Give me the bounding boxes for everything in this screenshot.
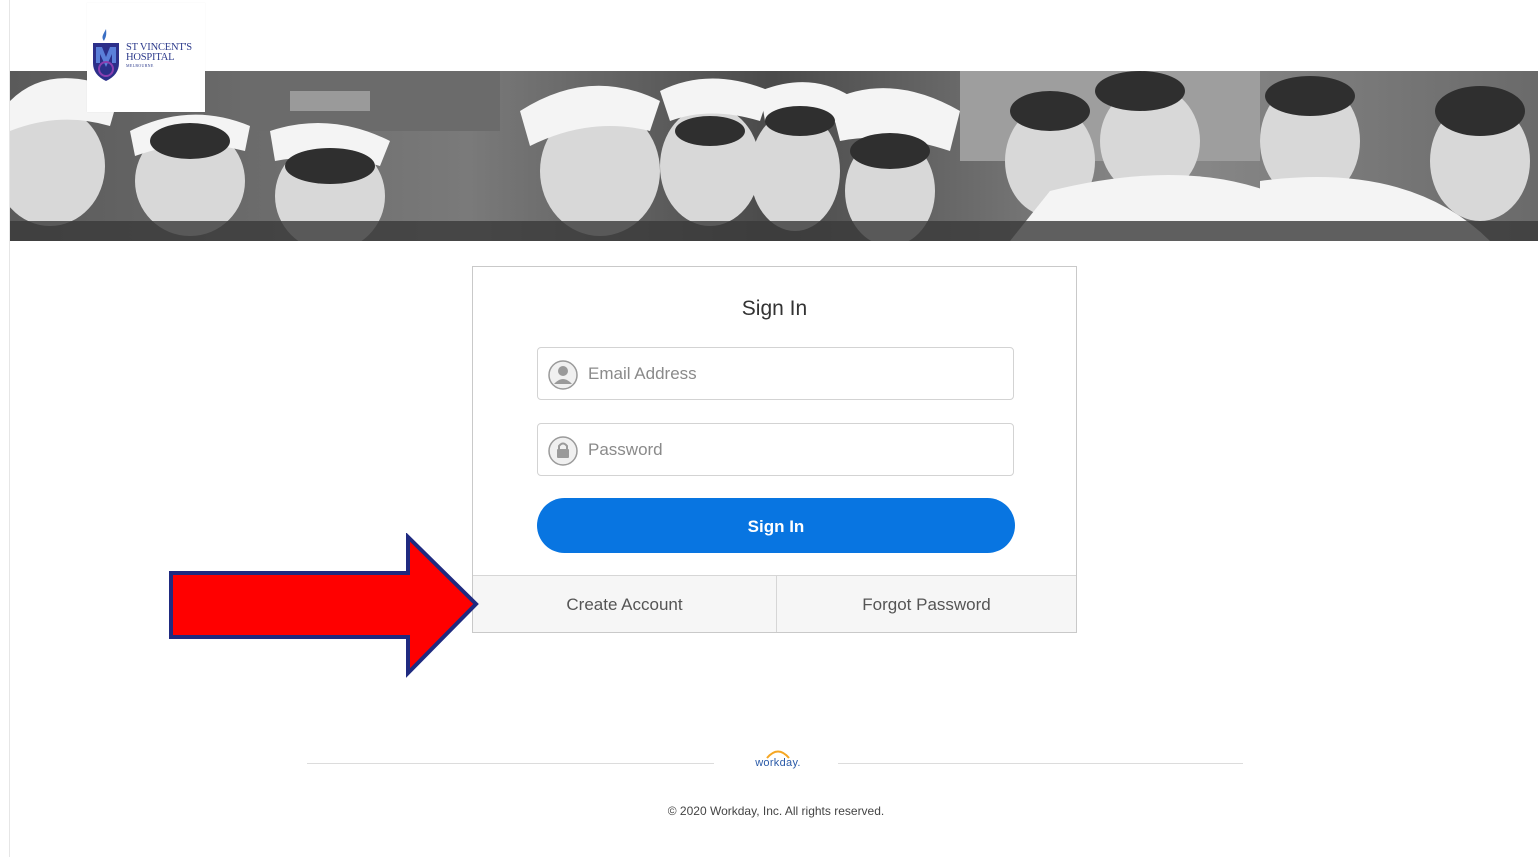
workday-logo-text: workday. <box>755 757 801 769</box>
forgot-password-link[interactable]: Forgot Password <box>777 576 1076 632</box>
workday-logo[interactable]: workday. <box>742 747 814 773</box>
hospital-logo[interactable]: ST VINCENT'S HOSPITAL MELBOURNE <box>87 3 205 112</box>
user-icon <box>548 360 578 390</box>
login-page: ST VINCENT'S HOSPITAL MELBOURNE Sign In … <box>0 0 1538 857</box>
signin-card-footer: Create Account Forgot Password <box>473 575 1076 632</box>
lock-icon <box>548 436 578 466</box>
header-banner-photo <box>10 71 1538 241</box>
logo-line-3: MELBOURNE <box>126 63 154 68</box>
banner-image <box>10 71 1538 241</box>
signin-card: Sign In Sign In Create Account Forgot Pa… <box>472 266 1077 633</box>
st-vincents-crest-icon <box>93 29 119 81</box>
annotation-arrow-icon <box>169 533 479 678</box>
create-account-link[interactable]: Create Account <box>473 576 776 632</box>
logo-line-2: HOSPITAL <box>126 52 175 63</box>
password-field[interactable] <box>537 423 1014 476</box>
sign-in-button[interactable]: Sign In <box>537 498 1015 553</box>
email-field[interactable] <box>537 347 1014 400</box>
copyright-text: © 2020 Workday, Inc. All rights reserved… <box>667 804 885 818</box>
footer-rule-left <box>307 763 714 764</box>
footer-rule-right <box>838 763 1243 764</box>
email-input[interactable] <box>588 358 988 390</box>
password-input[interactable] <box>588 434 988 466</box>
signin-title: Sign In <box>741 297 808 320</box>
hospital-logo-text: ST VINCENT'S HOSPITAL MELBOURNE <box>126 42 192 69</box>
